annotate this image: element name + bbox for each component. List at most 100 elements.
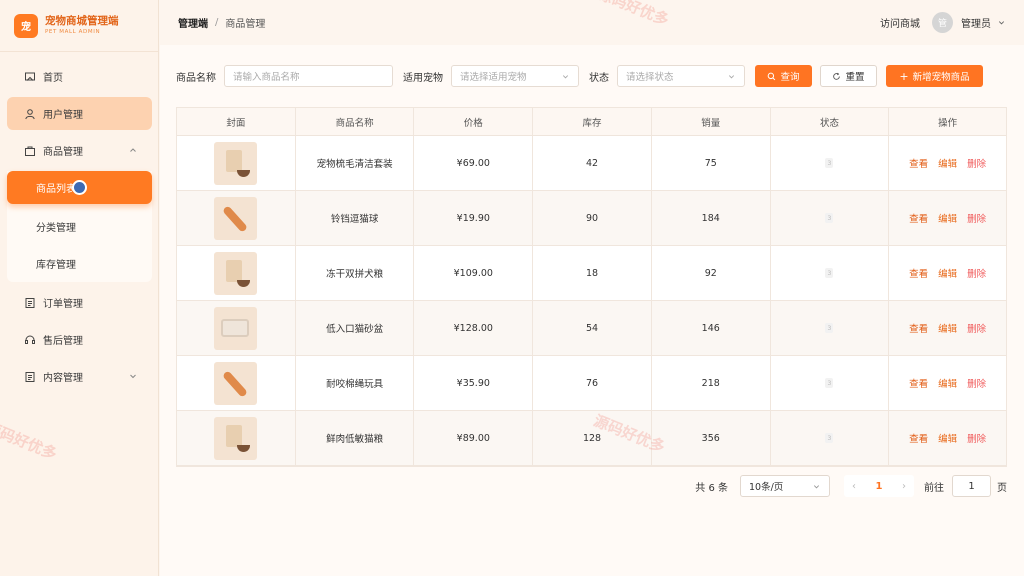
filter-bar: 商品名称 请输入商品名称 适用宠物 请选择适用宠物 状态 请选择状态 查询 重置… [176,65,983,87]
prev-page-button[interactable]: ‹ [852,481,856,492]
reset-button[interactable]: 重置 [820,65,877,87]
delete-button[interactable]: 删除 [967,431,986,445]
status-toggle[interactable]: 3 [825,158,834,168]
product-sales: 218 [652,356,771,410]
sidebar-item-products[interactable]: 商品管理 [7,134,152,167]
delete-button[interactable]: 删除 [967,376,986,390]
user-icon [23,107,36,120]
page-word: 页 [997,482,1007,494]
next-page-button[interactable]: › [902,481,906,492]
sidebar-item-label: 商品列表 [36,184,76,195]
chevron-up-icon [128,145,138,155]
column-header: 封面 [177,108,296,135]
product-name-label: 商品名称 [176,72,216,84]
status-toggle[interactable]: 3 [825,213,834,223]
sidebar-item-label: 订单管理 [43,299,83,310]
product-name-input[interactable]: 请输入商品名称 [224,65,393,87]
product-name: 铃铛逗猫球 [296,191,415,245]
sidebar-item-inventory[interactable]: 库存管理 [7,245,152,282]
table-row: 冻干双拼犬粮 ¥109.00 18 92 3 查看 编辑 删除 [177,246,1006,301]
sidebar-item-label: 用户管理 [43,110,83,121]
delete-button[interactable]: 删除 [967,266,986,280]
search-button[interactable]: 查询 [755,65,812,87]
delete-button[interactable]: 删除 [967,211,986,225]
status-toggle[interactable]: 3 [825,323,834,333]
product-name: 低入口猫砂盆 [296,301,415,355]
status-toggle[interactable]: 3 [825,378,834,388]
page-size-select[interactable]: 10条/页 [740,475,830,497]
sidebar-menu: 首页 用户管理 商品管理 商品列表 分类管理 库存管理 订单管理 售后管理 内容… [0,60,159,397]
view-button[interactable]: 查看 [909,266,928,280]
top-header: 管理端 / 商品管理 访问商城 管 管理员 [160,0,1024,45]
add-product-button[interactable]: + 新增宠物商品 [886,65,983,87]
bag-icon [23,144,36,157]
product-cover-image [214,416,258,460]
home-icon [23,70,36,83]
brand-logo: 宠 [14,13,38,38]
product-price: ¥89.00 [414,411,534,465]
column-header: 价格 [414,108,534,135]
view-button[interactable]: 查看 [909,321,928,335]
product-stock: 76 [533,356,652,410]
product-name: 宠物梳毛清洁套装 [296,136,415,190]
search-icon [767,72,776,81]
view-button[interactable]: 查看 [909,156,928,170]
sidebar-item-category[interactable]: 分类管理 [7,208,152,245]
product-table: 封面 商品名称 价格 库存 销量 状态 操作 宠物梳毛清洁套装 ¥69.00 42 7… [176,107,1007,467]
edit-button[interactable]: 编辑 [938,156,957,170]
edit-button[interactable]: 编辑 [938,211,957,225]
edit-button[interactable]: 编辑 [938,266,957,280]
column-header: 库存 [533,108,652,135]
table-body: 宠物梳毛清洁套装 ¥69.00 42 75 3 查看 编辑 删除 铃铛逗猫球 ¥19.90 90 18… [177,136,1006,466]
sidebar-item-product-list[interactable]: 商品列表 [7,171,152,204]
table-row: 铃铛逗猫球 ¥19.90 90 184 3 查看 编辑 删除 [177,191,1006,246]
headset-icon [23,333,36,346]
product-sales: 75 [652,136,771,190]
chevron-down-icon [128,371,138,381]
product-sales: 146 [652,301,771,355]
status-toggle[interactable]: 3 [825,268,834,278]
current-page[interactable]: 1 [876,481,883,492]
chevron-down-icon [812,482,821,491]
breadcrumb-root[interactable]: 管理端 [178,15,208,30]
view-button[interactable]: 查看 [909,376,928,390]
sidebar-item-label: 商品管理 [43,147,83,158]
sidebar-item-users[interactable]: 用户管理 [7,97,152,130]
view-button[interactable]: 查看 [909,431,928,445]
pet-select[interactable]: 请选择适用宠物 [451,65,579,87]
edit-button[interactable]: 编辑 [938,431,957,445]
sidebar-item-label: 分类管理 [36,223,76,234]
chevron-down-icon[interactable] [997,18,1006,27]
product-price: ¥109.00 [414,246,534,300]
table-header: 封面 商品名称 价格 库存 销量 状态 操作 [177,108,1006,136]
status-select[interactable]: 请选择状态 [617,65,745,87]
edit-button[interactable]: 编辑 [938,376,957,390]
refresh-icon [832,72,841,81]
sidebar-item-orders[interactable]: 订单管理 [7,286,152,319]
product-price: ¥69.00 [414,136,534,190]
sidebar-item-aftersales[interactable]: 售后管理 [7,323,152,356]
column-header: 销量 [652,108,771,135]
product-sales: 184 [652,191,771,245]
brand-subtitle: PET MALL ADMIN [45,28,101,35]
product-cover-image [214,141,258,185]
view-button[interactable]: 查看 [909,211,928,225]
delete-button[interactable]: 删除 [967,321,986,335]
username[interactable]: 管理员 [961,15,991,30]
goto-page-input[interactable]: 1 [952,475,991,497]
page-nav: ‹ 1 › [844,475,914,497]
delete-button[interactable]: 删除 [967,156,986,170]
column-header: 商品名称 [296,108,415,135]
sidebar-item-home[interactable]: 首页 [7,60,152,93]
product-name: 耐咬棉绳玩具 [296,356,415,410]
edit-button[interactable]: 编辑 [938,321,957,335]
table-row: 宠物梳毛清洁套装 ¥69.00 42 75 3 查看 编辑 删除 [177,136,1006,191]
table-row: 耐咬棉绳玩具 ¥35.90 76 218 3 查看 编辑 删除 [177,356,1006,411]
chevron-down-icon [561,72,570,81]
document-icon [23,296,36,309]
goto-label: 前往 [924,482,944,494]
visit-store-link[interactable]: 访问商城 [880,15,920,30]
sidebar-item-content[interactable]: 内容管理 [7,360,152,393]
status-toggle[interactable]: 3 [825,433,834,443]
avatar[interactable]: 管 [932,12,953,33]
